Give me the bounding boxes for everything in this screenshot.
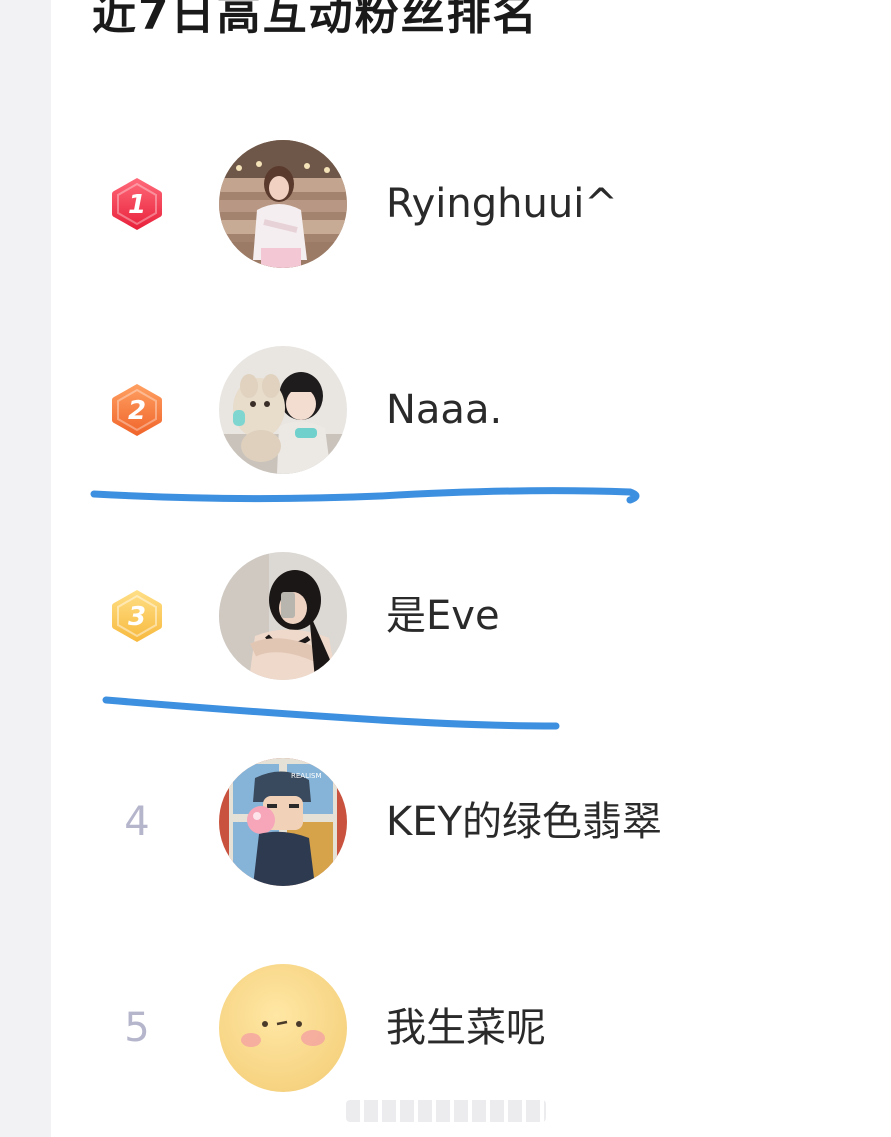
fan-row-5[interactable]: 5 我生菜呢 <box>51 963 891 1093</box>
fan-name-4[interactable]: KEY的绿色翡翠 <box>386 797 662 847</box>
fan-row-1[interactable]: 1 Ryinghuui^ <box>51 139 891 269</box>
fan-name-3[interactable]: 是Eve <box>386 591 500 641</box>
fan-avatar-1[interactable] <box>219 140 347 268</box>
ranking-card: 近7日高互动粉丝排名 1 Ryinghuui^ 2 Naaa. 3 是Eve 4… <box>51 0 891 1137</box>
fan-row-2[interactable]: 2 Naaa. <box>51 345 891 475</box>
fan-avatar-5[interactable] <box>219 964 347 1092</box>
rank-3-badge-icon: 3 <box>110 588 164 644</box>
fan-avatar-4[interactable]: REALISM <box>219 758 347 886</box>
fan-avatar-2[interactable] <box>219 346 347 474</box>
rank-5-label: 5 <box>124 1005 150 1051</box>
svg-text:REALISM: REALISM <box>291 772 322 780</box>
fan-name-2[interactable]: Naaa. <box>386 385 502 435</box>
page-title: 近7日高互动粉丝排名 <box>92 0 539 40</box>
fan-avatar-3[interactable] <box>219 552 347 680</box>
rank-4-label: 4 <box>124 799 150 845</box>
rank-2-badge-icon: 2 <box>110 382 164 438</box>
fan-row-4[interactable]: 4 REALISM KEY的绿色翡翠 <box>51 757 891 887</box>
rank-1-badge-icon: 1 <box>110 176 164 232</box>
fan-name-5[interactable]: 我生菜呢 <box>386 1003 546 1053</box>
fan-row-3[interactable]: 3 是Eve <box>51 551 891 681</box>
rank-2-label: 2 <box>128 396 146 426</box>
rank-1-label: 1 <box>128 190 146 220</box>
rank-3-label: 3 <box>128 602 146 632</box>
watermark <box>346 1100 546 1122</box>
fan-name-1[interactable]: Ryinghuui^ <box>386 179 618 229</box>
